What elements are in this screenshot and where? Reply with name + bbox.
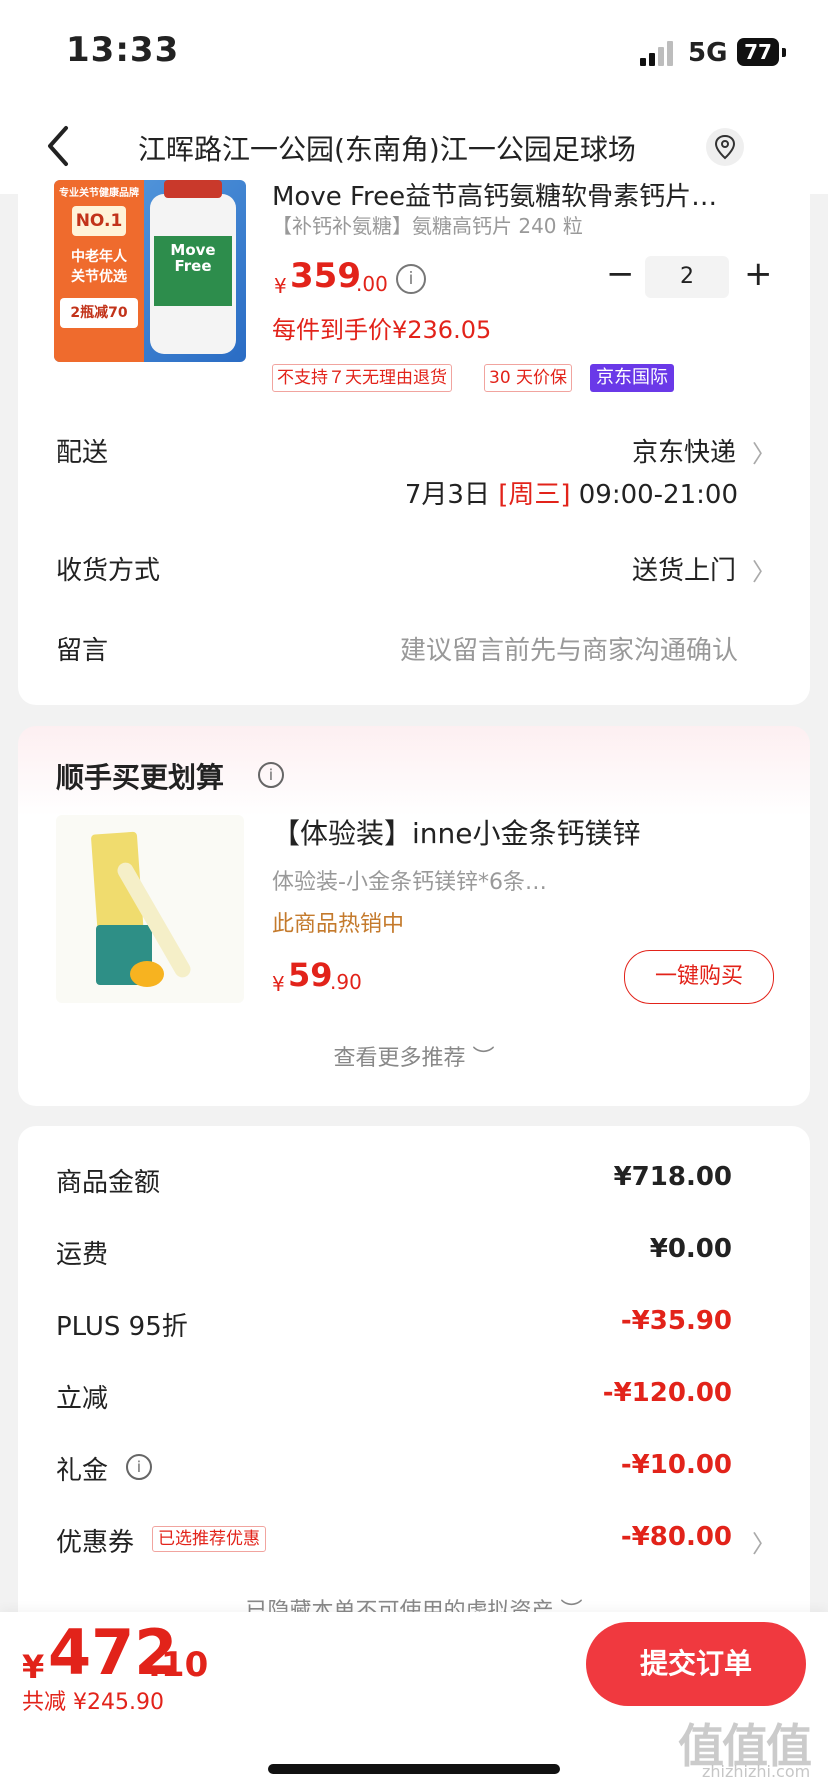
summary-value-coupon[interactable]: -¥80.00 [621,1522,732,1552]
summary-label-discount: 立减 [56,1384,109,1414]
chevron-right-icon[interactable]: 〉 [752,552,776,587]
recommend-hot-label: 此商品热销中 [272,912,405,937]
chevron-right-icon[interactable]: 〉 [752,1524,776,1559]
image-badge-top: 专业关节健康品牌 [59,188,139,199]
status-time: 13:33 [66,30,180,70]
summary-value-shipping: ¥0.00 [649,1234,732,1264]
product-spec: 【补钙补氨糖】氨糖高钙片 240 粒 [272,214,583,238]
submit-order-button[interactable]: 提交订单 [586,1622,806,1706]
each-price: 每件到手价¥236.05 [272,316,492,344]
coupon-selected-tag: 已选推荐优惠 [152,1526,266,1552]
recommend-price-currency: ¥ [272,972,285,996]
image-bottle-brand: Move Free [170,241,216,275]
delivery-window: 09:00-21:00 [578,480,738,510]
receive-label: 收货方式 [56,556,161,586]
summary-value-discount: -¥120.00 [602,1378,732,1408]
network-label: 5G [688,38,728,68]
signal-icon [640,40,678,66]
battery-icon: 77 [737,38,779,66]
image-badge-deal: 2瓶减70 [60,298,138,328]
message-input[interactable]: 建议留言前先与商家沟通确认 [400,630,738,667]
recommend-product-spec: 体验装-小金条钙镁锌*6条… [272,870,547,895]
image-badge-no1: NO.1 [72,206,126,236]
delivery-date: 7月3日 [404,480,490,510]
home-indicator[interactable] [268,1764,560,1774]
receive-value[interactable]: 送货上门 [632,550,736,587]
quantity-value[interactable]: 2 [645,256,729,298]
summary-label-gift: 礼金 [56,1456,109,1486]
more-recommend-link[interactable]: 查看更多推荐 ︶ [0,1040,828,1072]
price-decimal: .00 [356,272,388,296]
summary-label-coupon: 优惠券 [56,1528,135,1558]
address-title[interactable]: 江晖路江一公园(东南角)江一公园足球场 [138,128,636,168]
chevron-right-icon[interactable]: 〉 [752,434,776,469]
back-button[interactable] [40,122,80,170]
delivery-carrier[interactable]: 京东快递 [632,432,736,469]
total-decimal: .10 [148,1645,209,1685]
total-currency: ¥ [22,1648,45,1686]
one-click-buy-button[interactable]: 一键购买 [624,950,774,1004]
image-badge-line1: 中老年人 [71,249,127,265]
recommend-title: 顺手买更划算 [56,761,225,794]
info-icon[interactable]: i [126,1454,152,1480]
image-badge-line2: 关节优选 [71,269,127,285]
delivery-label: 配送 [56,438,109,468]
summary-label-plus: PLUS 95折 [56,1312,188,1342]
product-image[interactable]: 专业关节健康品牌 NO.1 中老年人 关节优选 2瓶减70 Move Free [54,180,246,362]
location-pin-icon[interactable] [706,128,744,166]
price-currency: ¥ [274,274,287,298]
recommend-price-integer: 59 [288,956,333,994]
info-icon[interactable]: i [258,762,284,788]
product-title[interactable]: Move Free益节高钙氨糖软骨素钙片… [272,180,762,213]
tag-price-protect: 30 天价保 [484,364,573,392]
recommend-price-decimal: .90 [330,970,362,994]
delivery-weekday: [周三] [498,480,571,510]
summary-label-shipping: 运费 [56,1240,109,1270]
battery-tip [782,48,786,57]
chevron-left-icon [48,126,68,166]
summary-label-goods: 商品金额 [56,1168,161,1198]
recommend-product-image[interactable] [56,815,244,1003]
price-integer: 359 [290,256,361,296]
tag-no-return: 不支持７天无理由退货 [272,364,452,392]
recommend-product-name[interactable]: 【体验装】inne小金条钙镁锌 [272,812,641,852]
price-info-icon[interactable]: i [396,264,426,294]
delivery-time[interactable]: 7月3日 [周三] 09:00-21:00 [405,474,738,511]
quantity-decrement-button[interactable]: − [606,254,635,294]
summary-value-goods: ¥718.00 [613,1162,732,1192]
tag-jd-international: 京东国际 [590,364,674,392]
total-saved: 共减 ¥245.90 [22,1690,164,1715]
summary-value-gift: -¥10.00 [620,1450,732,1480]
quantity-increment-button[interactable]: + [744,254,773,294]
summary-value-plus: -¥35.90 [620,1306,732,1336]
message-label: 留言 [56,636,109,666]
watermark-url: zhizhizhi.com [702,1762,811,1781]
